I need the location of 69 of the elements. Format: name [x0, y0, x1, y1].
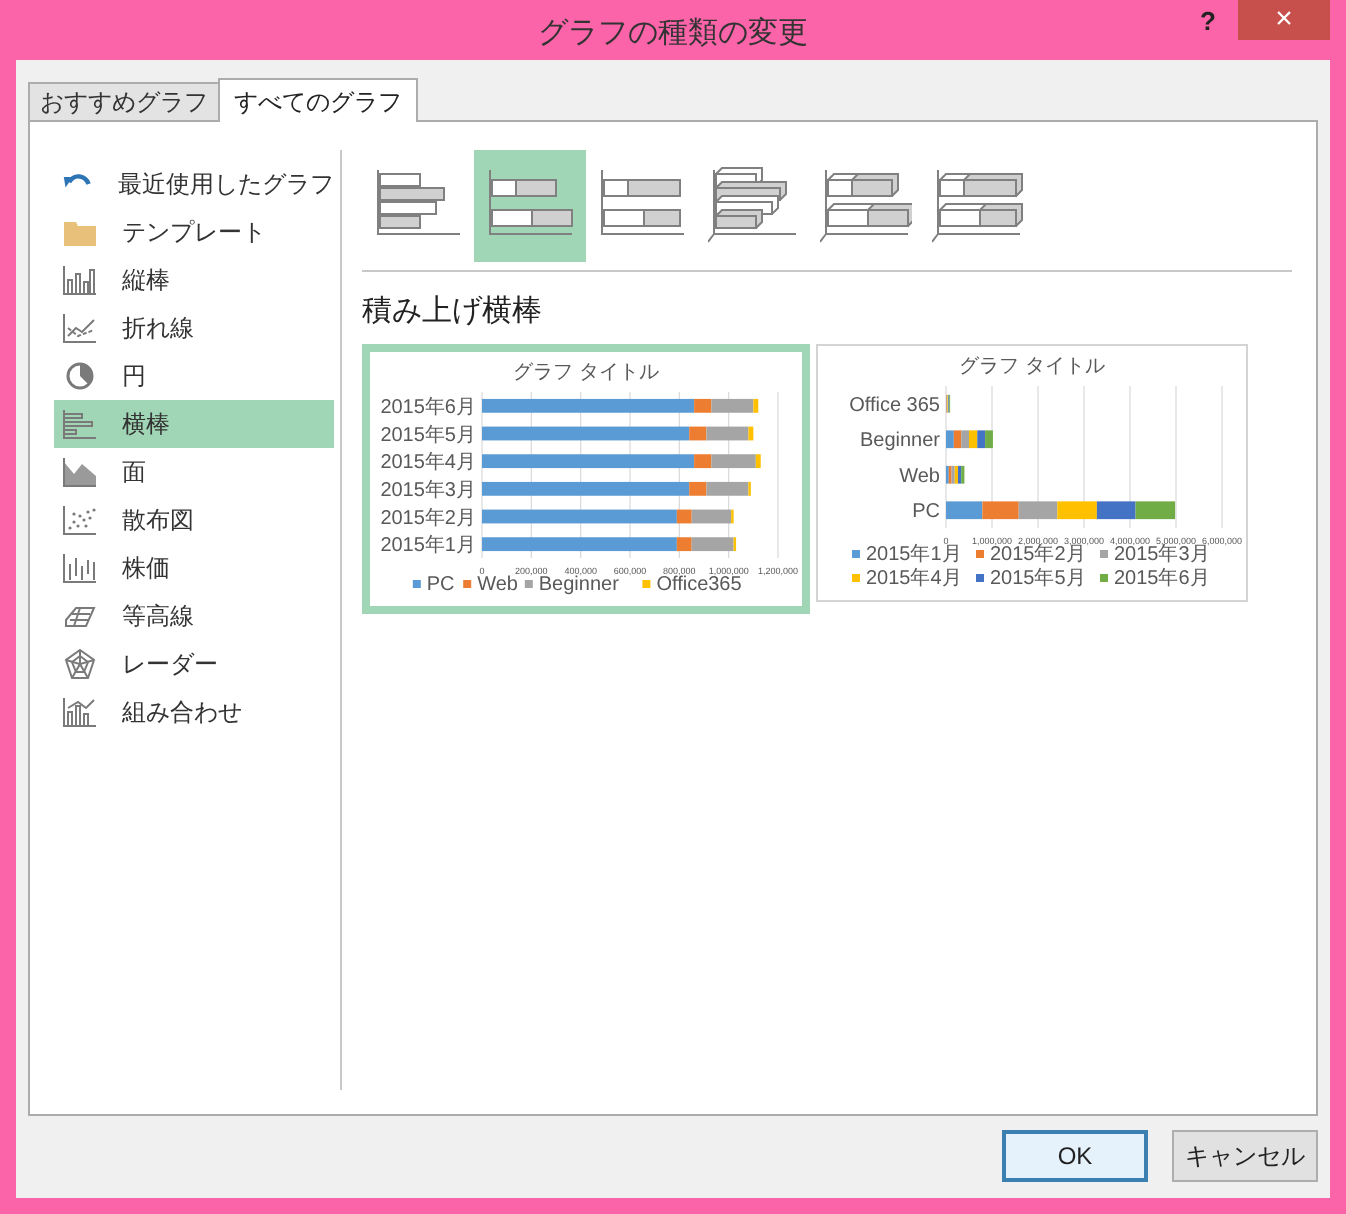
sidebar-item[interactable]: 折れ線 — [54, 304, 334, 352]
pie-chart-icon — [62, 360, 98, 392]
axis-category-label: 2015年2月 — [380, 506, 476, 529]
legend-label: 2015年4月 — [866, 565, 962, 589]
sidebar-item[interactable]: 散布図 — [54, 496, 334, 544]
sidebar-item[interactable]: テンプレート — [54, 208, 334, 256]
legend-item: 2015年1月 — [852, 543, 962, 565]
legend-item: Beginner — [524, 573, 619, 595]
chart-type-heading: 積み上げ横棒 — [362, 292, 544, 332]
bar — [946, 500, 983, 519]
bar — [1018, 500, 1058, 519]
bar-chart-icon — [62, 408, 98, 440]
legend-label: Web — [477, 573, 519, 595]
column-chart-icon — [62, 264, 98, 296]
area-chart-icon — [62, 456, 98, 488]
radar-chart-icon — [62, 648, 98, 680]
sidebar-item[interactable]: 最近使用したグラフ — [54, 160, 334, 208]
legend-item: 2015年2月 — [976, 543, 1086, 565]
legend-item: PC — [412, 573, 455, 595]
legend-label: Beginner — [538, 573, 621, 595]
axis-category-label: 2015年1月 — [380, 534, 476, 557]
sidebar-item[interactable]: 等高線 — [54, 592, 334, 640]
legend-item: Office365 — [642, 573, 742, 595]
bar-chart-icon — [820, 166, 912, 246]
close-button[interactable]: × — [1238, 0, 1330, 40]
chart-title: グラフ タイトル — [959, 355, 1105, 377]
chart-subtype-button[interactable] — [474, 150, 586, 262]
sidebar-item[interactable]: 株価 — [54, 544, 334, 592]
sidebar-item[interactable]: 縦棒 — [54, 256, 334, 304]
legend-item: Web — [463, 573, 518, 595]
legend-label: PC — [426, 573, 455, 595]
folder-icon — [62, 216, 98, 248]
axis-category-label: 2015年4月 — [380, 451, 476, 474]
legend-item: 2015年3月 — [1100, 543, 1210, 565]
bar — [1057, 500, 1097, 519]
sidebar-item[interactable]: 横棒 — [54, 400, 334, 448]
axis-category-label: Web — [899, 464, 940, 487]
axis-category-label: 2015年3月 — [380, 478, 476, 501]
axis-category-label: 2015年6月 — [380, 395, 476, 418]
bar-chart-icon — [932, 166, 1024, 246]
bar-chart-icon — [708, 166, 800, 246]
axis-category-label: Beginner — [859, 429, 940, 452]
sidebar-item[interactable]: 面 — [54, 448, 334, 496]
tab[interactable]: おすすめグラフ — [28, 82, 218, 120]
axis-category-label: 2015年5月 — [380, 423, 476, 446]
sidebar-item[interactable]: 円 — [54, 352, 334, 400]
combo-chart-icon — [62, 696, 98, 728]
bar — [982, 500, 1019, 519]
stock-chart-icon — [62, 552, 98, 584]
legend-item: 2015年6月 — [1100, 567, 1210, 589]
chart-title: グラフ タイトル — [513, 361, 659, 383]
line-chart-icon — [62, 312, 98, 344]
axis-category-label: Office 365 — [849, 393, 940, 416]
sidebar-item[interactable]: 組み合わせ — [54, 688, 334, 736]
legend-item: 2015年4月 — [852, 567, 962, 589]
bar — [1135, 500, 1176, 519]
legend-label: 2015年5月 — [990, 565, 1086, 589]
tab[interactable]: すべてのグラフ — [218, 78, 418, 122]
sidebar-item[interactable]: レーダー — [54, 640, 334, 688]
bar — [1096, 500, 1136, 519]
legend-label: 2015年6月 — [1114, 565, 1210, 589]
scatter-chart-icon — [62, 504, 98, 536]
help-button[interactable]: ? — [1178, 0, 1238, 44]
axis-category-label: PC — [912, 500, 940, 523]
grid-line — [945, 384, 947, 528]
ok-button[interactable]: OK — [1002, 1130, 1148, 1182]
window-title: グラフの種類の変更 — [538, 14, 808, 54]
legend-item: 2015年5月 — [976, 567, 1086, 589]
cancel-button[interactable]: キャンセル — [1172, 1130, 1318, 1182]
